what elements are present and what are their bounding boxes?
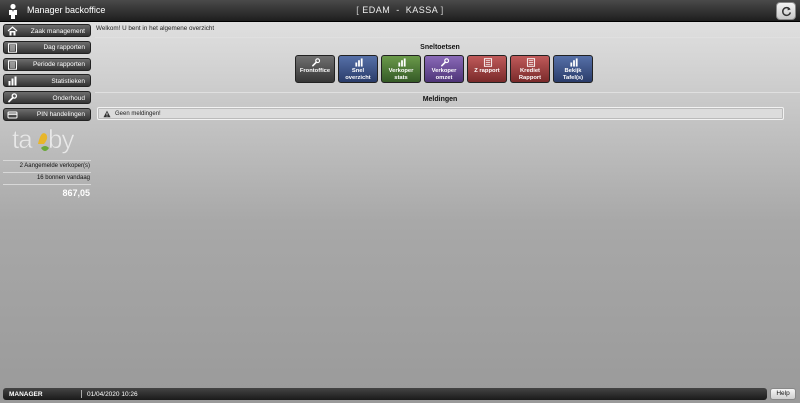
bracket-open: [ bbox=[356, 5, 360, 15]
shortcut-label: Krediet Rapport bbox=[518, 68, 542, 81]
bar-chart-icon bbox=[8, 76, 17, 86]
current-user: MANAGER bbox=[9, 390, 43, 398]
sidebar-item-dag-rapporten[interactable]: Dag rapporten bbox=[3, 40, 91, 54]
sidebar-item-label: Periode rapporten bbox=[32, 61, 85, 69]
welcome-message: Welkom! U bent in het algemene overzicht bbox=[96, 25, 215, 32]
sidebar-item-label: PIN handelingen bbox=[36, 111, 85, 119]
refresh-button[interactable] bbox=[776, 2, 796, 20]
sidebar: Zaak management Dag rapporten Periode ra… bbox=[3, 24, 91, 125]
report-icon bbox=[483, 58, 493, 67]
shortcut-verkoper-omzet[interactable]: Verkoper omzet bbox=[424, 55, 464, 83]
report-icon bbox=[8, 43, 17, 53]
sidebar-item-statistieken[interactable]: Statistieken bbox=[3, 74, 91, 88]
location-title: [ EDAM - KASSA ] bbox=[0, 5, 800, 15]
notifications-title: Meldingen bbox=[422, 96, 458, 103]
sidebar-item-zaak-management[interactable]: Zaak management bbox=[3, 24, 91, 37]
status-bar: MANAGER 01/04/2020 10:26 bbox=[3, 388, 767, 400]
bar-chart-icon bbox=[398, 58, 406, 67]
shortcuts-title: Sneltoetsen bbox=[420, 44, 460, 51]
sidebar-item-label: Onderhoud bbox=[52, 94, 85, 102]
shortcut-label: Frontoffice bbox=[299, 68, 331, 74]
current-datetime: 01/04/2020 10:26 bbox=[87, 390, 138, 398]
report-icon bbox=[8, 59, 17, 70]
help-button[interactable]: Help bbox=[770, 388, 796, 400]
svg-text:ta: ta bbox=[12, 124, 33, 154]
shortcut-snel-overzicht[interactable]: Snel overzicht bbox=[338, 55, 378, 83]
shortcut-bekijk-tafels[interactable]: Bekijk Tafel(s) bbox=[553, 55, 593, 83]
wrench-icon bbox=[312, 58, 321, 67]
shortcut-krediet-rapport[interactable]: Krediet Rapport bbox=[510, 55, 550, 83]
home-icon bbox=[7, 26, 18, 36]
logged-in-sellers: 2 Aangemelde verkoper(s) bbox=[3, 160, 91, 172]
divider bbox=[95, 37, 800, 38]
revenue-total: 867,05 bbox=[3, 184, 91, 201]
refresh-icon bbox=[781, 6, 791, 16]
bracket-close: ] bbox=[440, 5, 444, 15]
sidebar-item-periode-rapporten[interactable]: Periode rapporten bbox=[3, 57, 91, 71]
top-bar: Manager backoffice [ EDAM - KASSA ] bbox=[0, 0, 800, 22]
shortcut-label: Bekijk Tafel(s) bbox=[562, 68, 584, 81]
shortcut-label: Verkoper stats bbox=[388, 68, 414, 81]
shortcut-label: Z rapport bbox=[474, 68, 500, 74]
shortcut-z-rapport[interactable]: Z rapport bbox=[467, 55, 507, 83]
sidebar-item-label: Dag rapporten bbox=[43, 44, 85, 52]
wrench-icon bbox=[441, 58, 450, 67]
divider bbox=[95, 92, 800, 93]
notification-item: Geen meldingen! bbox=[97, 107, 784, 120]
report-icon bbox=[526, 58, 536, 67]
sidebar-item-label: Zaak management bbox=[30, 27, 85, 35]
shortcut-frontoffice[interactable]: Frontoffice bbox=[295, 55, 335, 83]
receipts-today: 16 bonnen vandaag bbox=[3, 172, 91, 184]
bar-chart-icon bbox=[355, 58, 363, 67]
shortcut-verkoper-stats[interactable]: Verkoper stats bbox=[381, 55, 421, 83]
sidebar-item-label: Statistieken bbox=[51, 77, 85, 85]
status-divider bbox=[81, 390, 82, 398]
shortcuts-bar: Frontoffice Snel overzicht Verkoper stats … bbox=[295, 55, 593, 83]
card-icon bbox=[7, 111, 18, 119]
warning-icon bbox=[103, 110, 111, 118]
tabby-logo: ta by bbox=[12, 124, 76, 155]
shortcut-label: Verkoper omzet bbox=[431, 68, 457, 81]
sidebar-stats: 2 Aangemelde verkoper(s) 16 bonnen vanda… bbox=[3, 160, 91, 201]
wrench-icon bbox=[8, 93, 18, 103]
sidebar-item-onderhoud[interactable]: Onderhoud bbox=[3, 91, 91, 105]
shortcut-label: Snel overzicht bbox=[345, 68, 371, 81]
bar-chart-icon bbox=[570, 58, 578, 67]
notification-text: Geen meldingen! bbox=[115, 110, 161, 117]
location-name: EDAM - KASSA bbox=[362, 5, 438, 15]
svg-text:by: by bbox=[48, 124, 74, 154]
